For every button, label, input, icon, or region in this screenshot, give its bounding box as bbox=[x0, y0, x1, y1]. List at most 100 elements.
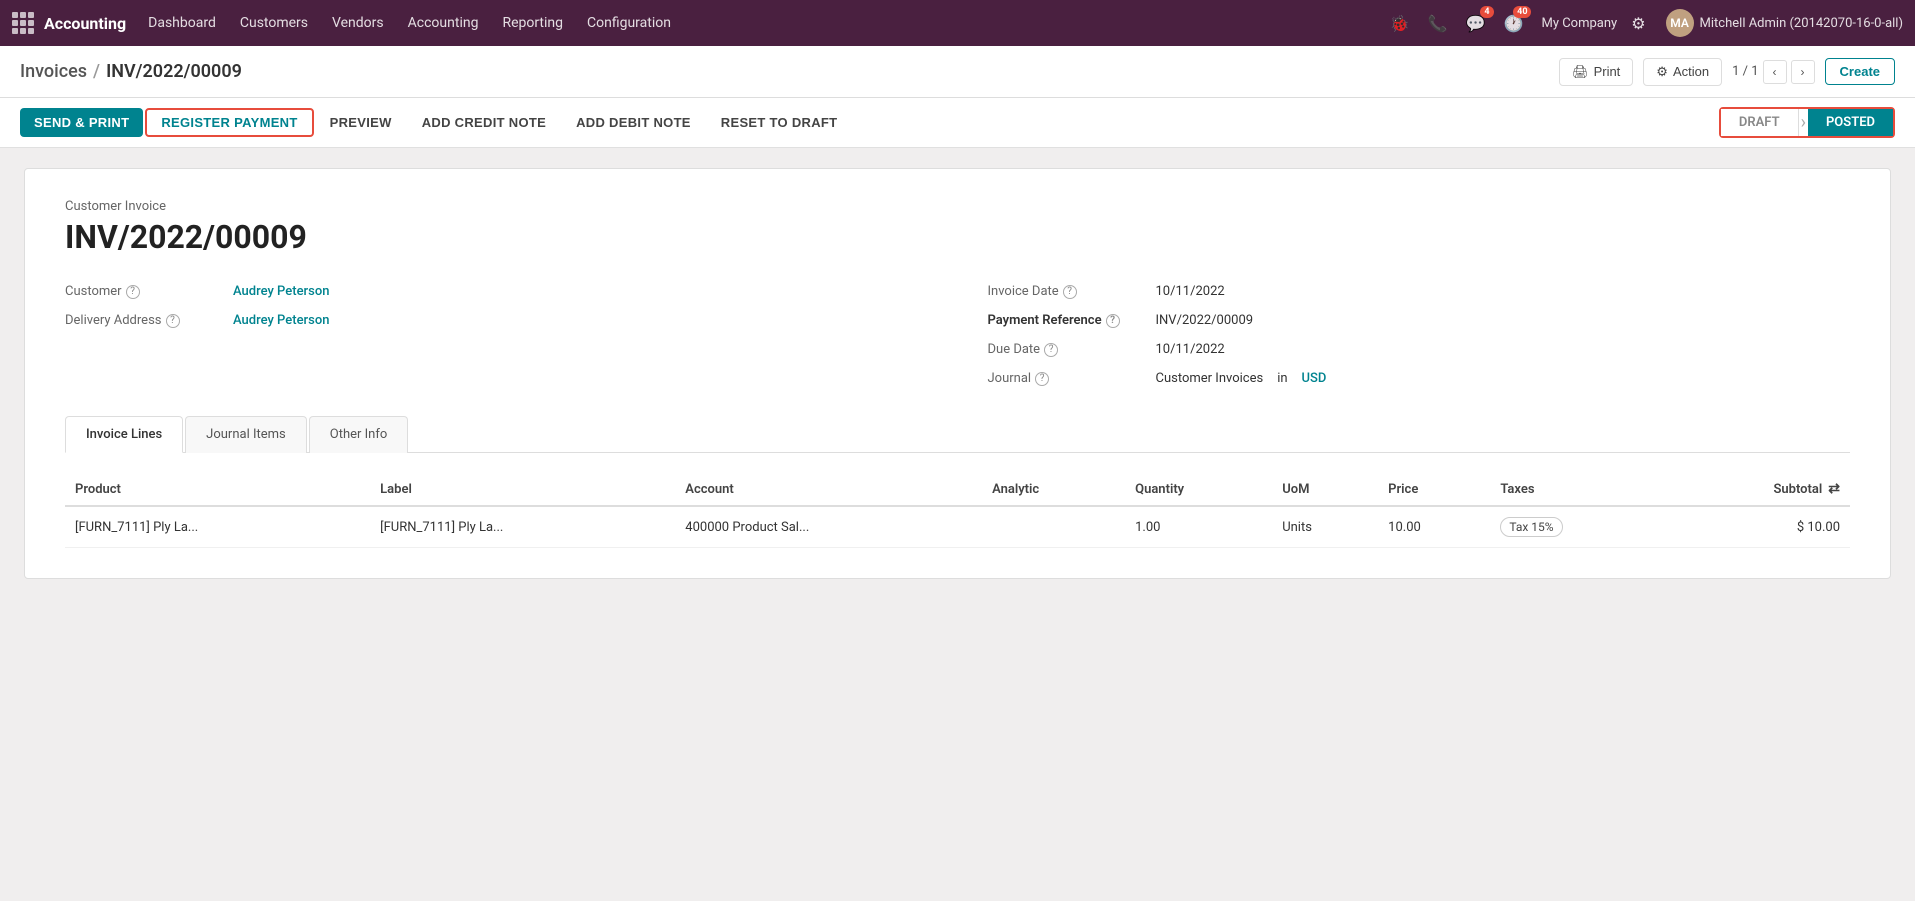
delivery-address-label: Delivery Address ? bbox=[65, 313, 225, 328]
action-bar-left: SEND & PRINT REGISTER PAYMENT PREVIEW AD… bbox=[20, 108, 851, 137]
create-button[interactable]: Create bbox=[1825, 58, 1895, 85]
cell-subtotal: $ 10.00 bbox=[1666, 506, 1850, 548]
invoice-tabs: Invoice Lines Journal Items Other Info bbox=[65, 416, 1850, 453]
app-grid-icon[interactable] bbox=[12, 12, 34, 34]
customer-label: Customer ? bbox=[65, 284, 225, 299]
customer-value[interactable]: Audrey Peterson bbox=[233, 284, 329, 299]
delivery-address-field-row: Delivery Address ? Audrey Peterson bbox=[65, 313, 928, 328]
preview-button[interactable]: PREVIEW bbox=[316, 108, 406, 137]
col-header-account: Account bbox=[675, 473, 982, 506]
tax-badge: Tax 15% bbox=[1500, 517, 1562, 537]
breadcrumb-separator: / bbox=[93, 61, 100, 82]
messages-badge: 4 bbox=[1480, 6, 1493, 18]
col-header-taxes: Taxes bbox=[1490, 473, 1665, 506]
cell-account: 400000 Product Sal... bbox=[675, 506, 982, 548]
cell-taxes: Tax 15% bbox=[1490, 506, 1665, 548]
user-menu[interactable]: MA Mitchell Admin (20142070-16-0-all) bbox=[1666, 9, 1903, 37]
breadcrumb-actions: 🖨 Print ⚙ Action 1 / 1 ‹ › Create bbox=[1559, 58, 1895, 86]
col-header-quantity: Quantity bbox=[1125, 473, 1272, 506]
messages-icon[interactable]: 💬 4 bbox=[1462, 10, 1490, 37]
status-stepper: DRAFT › POSTED bbox=[1719, 107, 1895, 138]
nav-configuration[interactable]: Configuration bbox=[577, 11, 681, 35]
cell-product: [FURN_7111] Ply La... bbox=[65, 506, 370, 548]
bug-icon[interactable]: 🐞 bbox=[1386, 10, 1414, 37]
due-date-help-icon[interactable]: ? bbox=[1044, 343, 1058, 357]
invoice-fields-left: Customer ? Audrey Peterson Delivery Addr… bbox=[65, 284, 928, 386]
tab-other-info[interactable]: Other Info bbox=[309, 416, 409, 453]
invoice-type-label: Customer Invoice bbox=[65, 199, 1850, 214]
next-page-button[interactable]: › bbox=[1791, 60, 1815, 84]
user-name: Mitchell Admin (20142070-16-0-all) bbox=[1700, 16, 1903, 31]
customer-field-row: Customer ? Audrey Peterson bbox=[65, 284, 928, 299]
payment-reference-field-row: Payment Reference ? INV/2022/00009 bbox=[988, 313, 1851, 328]
cell-uom: Units bbox=[1272, 506, 1378, 548]
page-info: 1 / 1 bbox=[1732, 64, 1758, 79]
main-content: Customer Invoice INV/2022/00009 Customer… bbox=[0, 148, 1915, 901]
print-icon: 🖨 bbox=[1572, 64, 1589, 80]
activity-icon[interactable]: 🕐 40 bbox=[1500, 10, 1528, 37]
customer-help-icon[interactable]: ? bbox=[126, 285, 140, 299]
journal-currency[interactable]: USD bbox=[1302, 371, 1327, 386]
invoice-date-field-row: Invoice Date ? 10/11/2022 bbox=[988, 284, 1851, 299]
topnav: Accounting Dashboard Customers Vendors A… bbox=[0, 0, 1915, 46]
delivery-address-value[interactable]: Audrey Peterson bbox=[233, 313, 329, 328]
nav-dashboard[interactable]: Dashboard bbox=[138, 11, 226, 35]
status-arrow: › bbox=[1799, 112, 1808, 133]
payment-ref-help-icon[interactable]: ? bbox=[1106, 314, 1120, 328]
add-credit-note-button[interactable]: ADD CREDIT NOTE bbox=[408, 108, 560, 137]
invoice-fields: Customer ? Audrey Peterson Delivery Addr… bbox=[65, 284, 1850, 386]
breadcrumb: Invoices / INV/2022/00009 bbox=[20, 61, 242, 82]
col-header-analytic: Analytic bbox=[982, 473, 1125, 506]
invoice-date-value: 10/11/2022 bbox=[1156, 284, 1225, 299]
adjust-columns-icon[interactable]: ⇄ bbox=[1828, 481, 1840, 497]
reset-to-draft-button[interactable]: RESET TO DRAFT bbox=[707, 108, 852, 137]
nav-accounting[interactable]: Accounting bbox=[398, 11, 489, 35]
nav-reporting[interactable]: Reporting bbox=[492, 11, 573, 35]
invoice-date-help-icon[interactable]: ? bbox=[1063, 285, 1077, 299]
company-name[interactable]: My Company bbox=[1541, 16, 1617, 31]
journal-help-icon[interactable]: ? bbox=[1035, 372, 1049, 386]
due-date-field-row: Due Date ? 10/11/2022 bbox=[988, 342, 1851, 357]
nav-customers[interactable]: Customers bbox=[230, 11, 318, 35]
gear-icon: ⚙ bbox=[1656, 64, 1668, 80]
tab-journal-items[interactable]: Journal Items bbox=[185, 416, 307, 453]
activity-badge: 40 bbox=[1513, 6, 1531, 18]
journal-label: Journal ? bbox=[988, 371, 1148, 386]
cell-analytic bbox=[982, 506, 1125, 548]
payment-reference-label: Payment Reference ? bbox=[988, 313, 1148, 328]
journal-value: Customer Invoices bbox=[1156, 371, 1264, 386]
add-debit-note-button[interactable]: ADD DEBIT NOTE bbox=[562, 108, 705, 137]
cell-price: 10.00 bbox=[1378, 506, 1490, 548]
breadcrumb-bar: Invoices / INV/2022/00009 🖨 Print ⚙ Acti… bbox=[0, 46, 1915, 98]
cell-label: [FURN_7111] Ply La... bbox=[370, 506, 675, 548]
register-payment-button[interactable]: REGISTER PAYMENT bbox=[145, 108, 313, 137]
invoice-card: Customer Invoice INV/2022/00009 Customer… bbox=[24, 168, 1891, 579]
send-print-button[interactable]: SEND & PRINT bbox=[20, 108, 143, 137]
payment-reference-value: INV/2022/00009 bbox=[1156, 313, 1254, 328]
cell-quantity: 1.00 bbox=[1125, 506, 1272, 548]
col-header-label: Label bbox=[370, 473, 675, 506]
page-nav: 1 / 1 ‹ › bbox=[1732, 60, 1814, 84]
invoice-lines-table: Product Label Account Analytic Quantity … bbox=[65, 473, 1850, 548]
table-row[interactable]: [FURN_7111] Ply La... [FURN_7111] Ply La… bbox=[65, 506, 1850, 548]
due-date-value: 10/11/2022 bbox=[1156, 342, 1225, 357]
journal-field-row: Journal ? Customer Invoices in USD bbox=[988, 371, 1851, 386]
status-step-posted[interactable]: POSTED bbox=[1808, 109, 1893, 136]
phone-icon[interactable]: 📞 bbox=[1424, 10, 1452, 37]
tab-invoice-lines[interactable]: Invoice Lines bbox=[65, 416, 183, 453]
delivery-help-icon[interactable]: ? bbox=[166, 314, 180, 328]
invoice-number: INV/2022/00009 bbox=[65, 218, 1850, 256]
status-step-draft[interactable]: DRAFT bbox=[1721, 109, 1799, 136]
print-button[interactable]: 🖨 Print bbox=[1559, 58, 1633, 86]
prev-page-button[interactable]: ‹ bbox=[1763, 60, 1787, 84]
settings-icon[interactable]: ⚙ bbox=[1627, 10, 1649, 37]
invoice-date-label: Invoice Date ? bbox=[988, 284, 1148, 299]
col-header-product: Product bbox=[65, 473, 370, 506]
nav-vendors[interactable]: Vendors bbox=[322, 11, 394, 35]
action-button[interactable]: ⚙ Action bbox=[1643, 58, 1722, 86]
user-avatar: MA bbox=[1666, 9, 1694, 37]
col-header-uom: UoM bbox=[1272, 473, 1378, 506]
breadcrumb-parent[interactable]: Invoices bbox=[20, 61, 87, 82]
brand-name[interactable]: Accounting bbox=[44, 14, 126, 33]
journal-in: in bbox=[1277, 371, 1287, 386]
